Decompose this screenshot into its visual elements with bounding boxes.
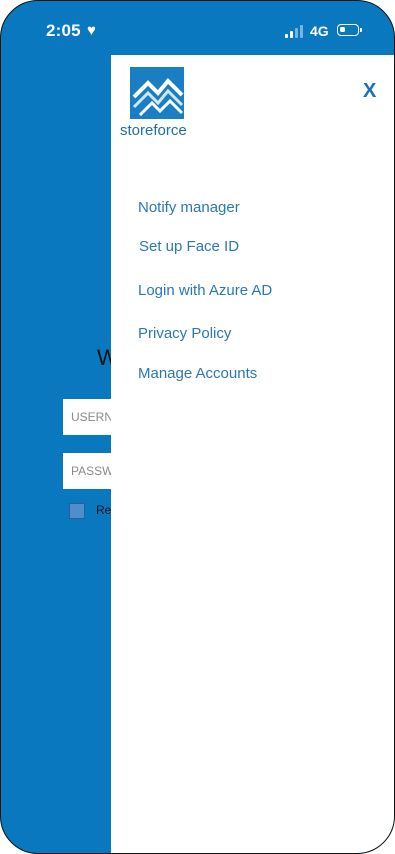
logo-text: storeforce [120, 122, 187, 139]
menu-item-manage-accounts[interactable]: Manage Accounts [138, 365, 257, 382]
status-time: 2:05 [46, 21, 81, 40]
status-bar: 2:05 ♥ 4G [1, 1, 394, 55]
battery-icon [337, 24, 362, 36]
close-button[interactable]: X [363, 80, 376, 103]
menu-item-privacy-policy[interactable]: Privacy Policy [138, 325, 231, 342]
remember-me-checkbox[interactable] [69, 503, 85, 519]
remember-me-label: Re [96, 503, 112, 517]
network-type: 4G [310, 23, 329, 39]
cellular-signal-icon [285, 25, 305, 38]
menu-item-notify-manager[interactable]: Notify manager [138, 199, 240, 216]
menu-item-azure-login[interactable]: Login with Azure AD [138, 282, 272, 299]
heart-icon: ♥ [87, 22, 96, 39]
menu-item-face-id[interactable]: Set up Face ID [139, 238, 239, 255]
phone-frame: 2:05 ♥ 4G W USERN PASSW Re storeforce X … [0, 0, 395, 854]
password-placeholder: PASSW [71, 464, 114, 478]
storeforce-logo-icon [130, 67, 184, 119]
side-drawer: storeforce X Notify manager Set up Face … [111, 55, 394, 853]
username-placeholder: USERN [71, 410, 114, 424]
